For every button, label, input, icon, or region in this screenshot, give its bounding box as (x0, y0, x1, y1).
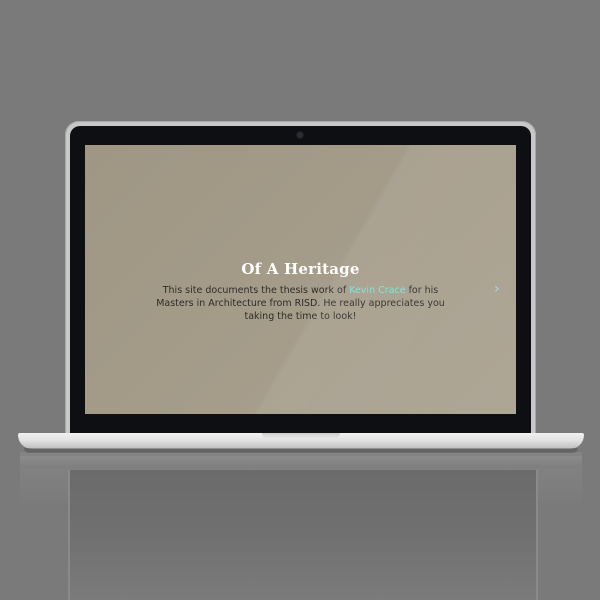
base-reflection (20, 456, 582, 468)
site-title: Of A Heritage (241, 260, 360, 278)
intro-content: Of A Heritage This site documents the th… (85, 260, 516, 323)
screen-chin (70, 414, 531, 435)
chevron-right-icon[interactable]: › (494, 281, 506, 297)
screen-reflection (68, 470, 538, 600)
device-mockup-scene: Of A Heritage This site documents the th… (0, 0, 600, 600)
webcam-icon (297, 132, 303, 138)
lid-opening-notch (262, 433, 340, 439)
base-shadow (24, 448, 578, 453)
website-screen: Of A Heritage This site documents the th… (85, 145, 516, 414)
site-description: This site documents the thesis work of K… (151, 284, 451, 323)
author-link[interactable]: Kevin Crace (349, 285, 405, 296)
description-text-start: This site documents the thesis work of (162, 285, 350, 296)
